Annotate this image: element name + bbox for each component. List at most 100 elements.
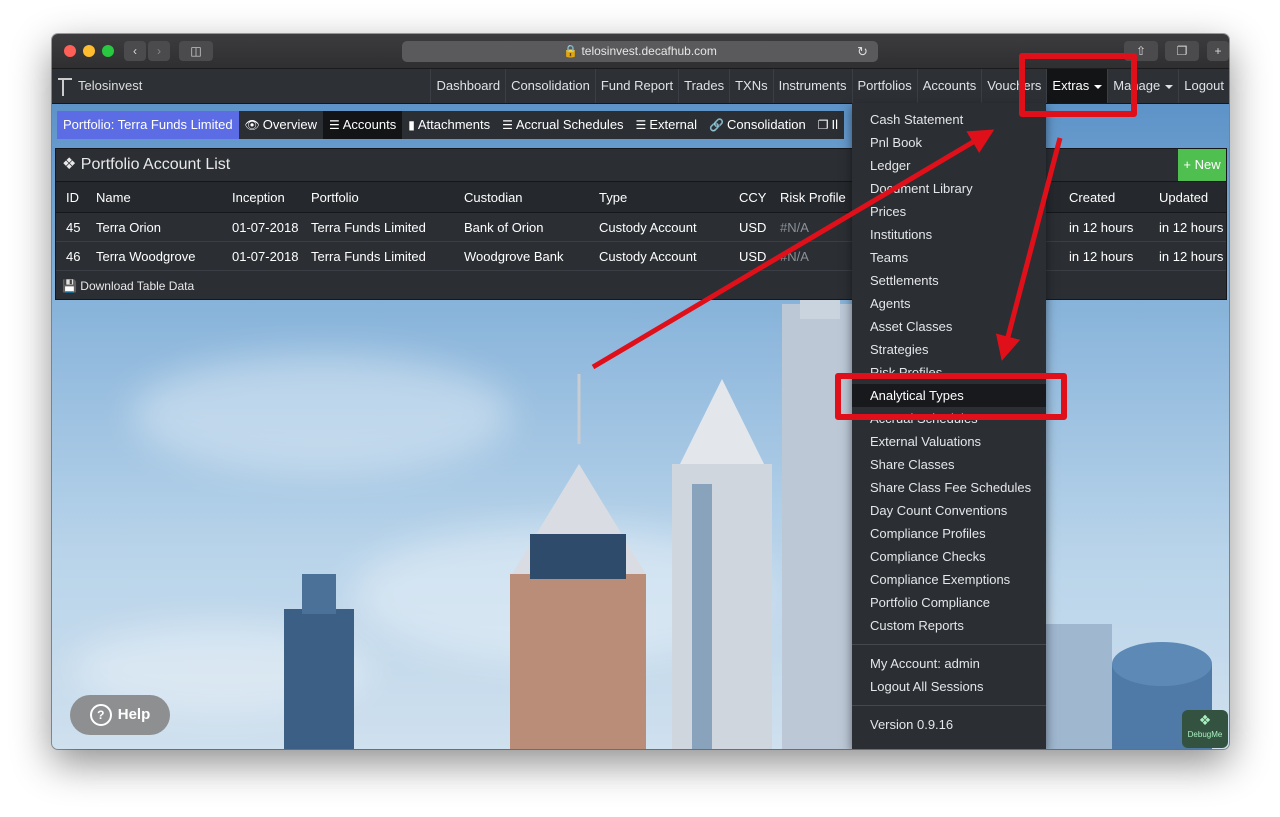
reload-icon[interactable]: ↻: [857, 41, 868, 62]
menu-item-settlements[interactable]: Settlements: [852, 269, 1046, 292]
account-list-panel: ❖ Portfolio Account List + New ID Name I…: [55, 148, 1227, 300]
nav-fund-report[interactable]: Fund Report: [594, 69, 678, 103]
menu-item-prices[interactable]: Prices: [852, 200, 1046, 223]
menu-item-strategies[interactable]: Strategies: [852, 338, 1046, 361]
nav-accounts[interactable]: Accounts: [916, 69, 981, 103]
menu-item-portfolio-compliance[interactable]: Portfolio Compliance: [852, 591, 1046, 614]
cell-custodian[interactable]: Woodgrove Bank: [463, 241, 598, 271]
highlight-extras-box: [1019, 53, 1137, 117]
close-window-button[interactable]: [64, 45, 76, 57]
help-button[interactable]: ? Help: [70, 695, 170, 735]
tab-consolidation[interactable]: 🔗 Consolidation: [703, 111, 812, 139]
cell-inception: 01-07-2018: [231, 212, 310, 242]
col-id[interactable]: ID: [56, 182, 95, 213]
col-inception[interactable]: Inception: [231, 182, 310, 213]
cell-custodian[interactable]: Bank of Orion: [463, 212, 598, 242]
tab-attachments-label: Attachments: [417, 117, 491, 132]
brand[interactable]: Telosinvest: [58, 69, 142, 103]
cell-portfolio[interactable]: Terra Funds Limited: [310, 241, 463, 271]
cell-name[interactable]: Terra Woodgrove: [95, 241, 231, 271]
cell-type: Custody Account: [598, 212, 738, 242]
menu-item-document-library[interactable]: Document Library: [852, 177, 1046, 200]
cell-portfolio[interactable]: Terra Funds Limited: [310, 212, 463, 242]
nav-portfolios[interactable]: Portfolios: [851, 69, 917, 103]
minimize-window-button[interactable]: [83, 45, 95, 57]
menu-item-pnl-book[interactable]: Pnl Book: [852, 131, 1046, 154]
new-button[interactable]: + New: [1178, 149, 1226, 181]
forward-icon[interactable]: ›: [148, 41, 170, 61]
menu-item-cash-statement[interactable]: Cash Statement: [852, 108, 1046, 131]
tab-partial[interactable]: ❐ Il: [812, 111, 844, 139]
cell-type: Custody Account: [598, 241, 738, 271]
new-tab-icon[interactable]: +: [1207, 41, 1229, 61]
question-circle-icon: ?: [89, 704, 112, 726]
menu-item-agents[interactable]: Agents: [852, 292, 1046, 315]
address-bar[interactable]: 🔒 telosinvest.decafhub.com ↻: [402, 41, 878, 62]
download-table-link[interactable]: 💾 Download Table Data: [56, 271, 1226, 301]
menu-divider: [852, 644, 1046, 645]
new-button-label: New: [1194, 157, 1221, 172]
tab-partial-label: Il: [831, 117, 839, 132]
menu-item-share-classes[interactable]: Share Classes: [852, 453, 1046, 476]
nav-logout[interactable]: Logout: [1178, 69, 1229, 103]
cell-updated: in 12 hours: [1158, 212, 1226, 242]
sidebar-toggle-icon[interactable]: ◫: [179, 41, 213, 61]
menu-item-day-count-conventions[interactable]: Day Count Conventions: [852, 499, 1046, 522]
tab-accounts[interactable]: ☰ Accounts: [322, 111, 403, 139]
cell-name[interactable]: Terra Orion: [95, 212, 231, 242]
tab-accrual-schedules[interactable]: ☰ Accrual Schedules: [496, 111, 629, 139]
menu-divider: [852, 705, 1046, 706]
menu-item-logout-all-sessions[interactable]: Logout All Sessions: [852, 675, 1046, 698]
tab-accounts-label: Accounts: [342, 117, 397, 132]
menu-item-ledger[interactable]: Ledger: [852, 154, 1046, 177]
panel-header: ❖ Portfolio Account List + New: [56, 149, 1226, 182]
nav-txns[interactable]: TXNs: [729, 69, 773, 103]
menu-item-institutions[interactable]: Institutions: [852, 223, 1046, 246]
portfolio-subnav: Portfolio: Terra Funds Limited 👁 Overview…: [57, 111, 845, 139]
menu-item-compliance-profiles[interactable]: Compliance Profiles: [852, 522, 1046, 545]
cell-created: in 12 hours: [1068, 212, 1158, 242]
help-label: Help: [117, 706, 151, 723]
nav-dashboard[interactable]: Dashboard: [430, 69, 505, 103]
tab-portfolio[interactable]: Portfolio: Terra Funds Limited: [57, 111, 239, 139]
col-custodian[interactable]: Custodian: [463, 182, 598, 213]
tab-attachments[interactable]: ▮ Attachments: [402, 111, 496, 139]
table-row[interactable]: 45 Terra Orion 01-07-2018 Terra Funds Li…: [56, 212, 1226, 242]
brand-name: Telosinvest: [78, 78, 143, 93]
tabs-overview-icon[interactable]: ❐: [1165, 41, 1199, 61]
menu-item-teams[interactable]: Teams: [852, 246, 1046, 269]
col-name[interactable]: Name: [95, 182, 231, 213]
list-icon: ☰: [635, 118, 647, 132]
nav-instruments[interactable]: Instruments: [772, 69, 852, 103]
menu-item-compliance-exemptions[interactable]: Compliance Exemptions: [852, 568, 1046, 591]
nav-consolidation[interactable]: Consolidation: [505, 69, 595, 103]
cell-ccy: USD: [738, 212, 779, 242]
menu-item-custom-reports[interactable]: Custom Reports: [852, 614, 1046, 637]
debugme-icon: ❖: [1198, 712, 1212, 728]
url-text: telosinvest.decafhub.com: [581, 44, 717, 58]
menu-item-my-account[interactable]: My Account: admin: [852, 652, 1046, 675]
debugme-widget[interactable]: ❖ DebugMe: [1182, 710, 1228, 748]
menu-item-external-valuations[interactable]: External Valuations: [852, 430, 1046, 453]
col-ccy[interactable]: CCY: [738, 182, 779, 213]
col-updated[interactable]: Updated: [1158, 182, 1226, 213]
tab-overview[interactable]: 👁 Overview: [239, 111, 323, 139]
nav-trades[interactable]: Trades: [678, 69, 729, 103]
plus-icon: +: [1183, 157, 1191, 172]
col-type[interactable]: Type: [598, 182, 738, 213]
tab-external[interactable]: ☰ External: [630, 111, 703, 139]
panel-title: Portfolio Account List: [80, 156, 231, 173]
col-portfolio[interactable]: Portfolio: [310, 182, 463, 213]
maximize-window-button[interactable]: [102, 45, 114, 57]
browser-window: ‹ › ◫ 🔒 telosinvest.decafhub.com ↻ ⇧ ❐ +: [52, 34, 1229, 749]
menu-item-share-class-fee-schedules[interactable]: Share Class Fee Schedules: [852, 476, 1046, 499]
cell-created: in 12 hours: [1068, 241, 1158, 271]
cell-ccy: USD: [738, 241, 779, 271]
col-created[interactable]: Created: [1068, 182, 1158, 213]
menu-item-compliance-checks[interactable]: Compliance Checks: [852, 545, 1046, 568]
table-row[interactable]: 46 Terra Woodgrove 01-07-2018 Terra Fund…: [56, 241, 1226, 271]
eye-icon: 👁: [244, 118, 260, 132]
extras-dropdown-menu: Cash Statement Pnl Book Ledger Document …: [852, 103, 1046, 749]
menu-item-asset-classes[interactable]: Asset Classes: [852, 315, 1046, 338]
back-icon[interactable]: ‹: [124, 41, 146, 61]
